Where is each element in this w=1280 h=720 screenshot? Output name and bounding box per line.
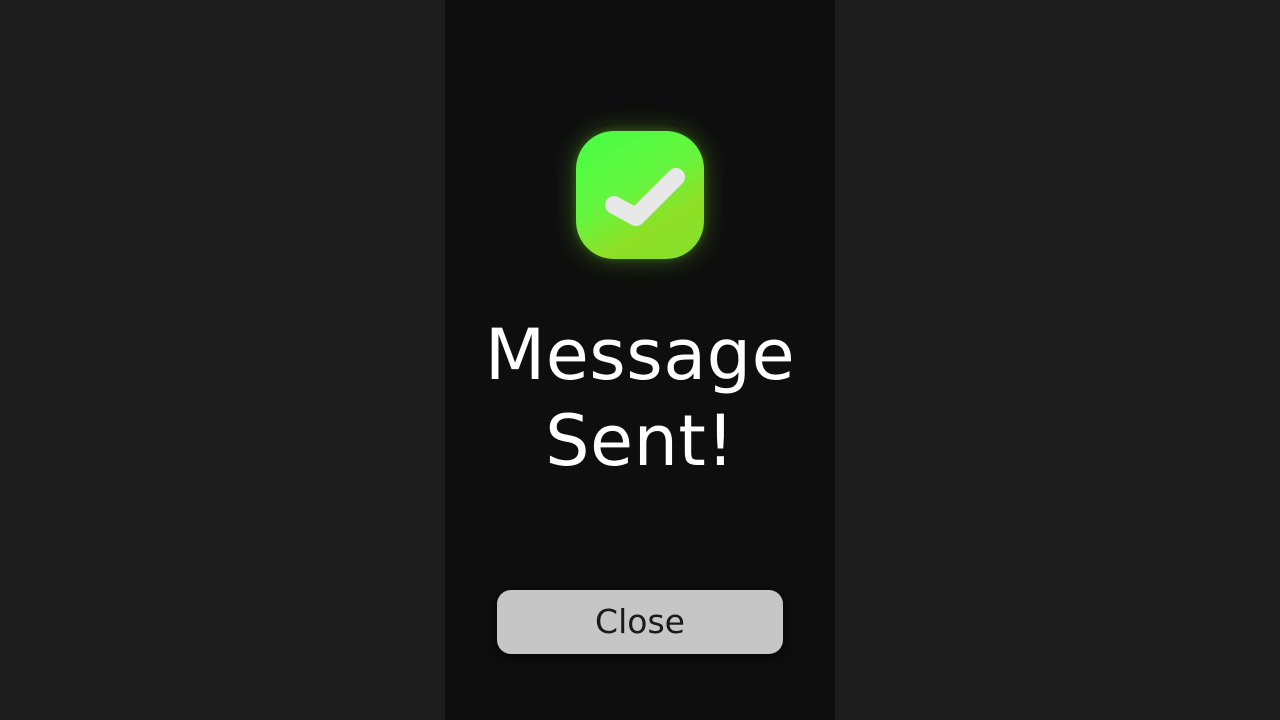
dialog-title: Message Sent! bbox=[484, 314, 796, 482]
screen: Message Sent! Close bbox=[0, 0, 1280, 720]
checkmark-icon bbox=[605, 168, 685, 226]
success-dialog: Message Sent! Close bbox=[445, 0, 835, 720]
success-badge bbox=[576, 131, 704, 259]
close-button[interactable]: Close bbox=[497, 590, 783, 654]
